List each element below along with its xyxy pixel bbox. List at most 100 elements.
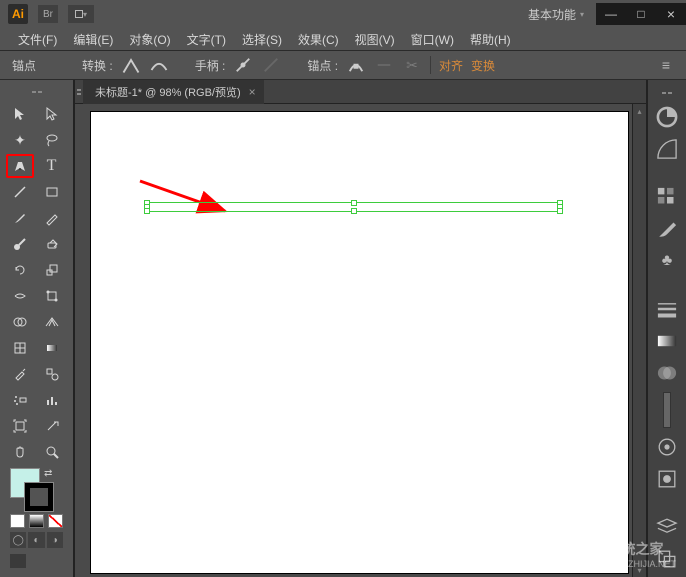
mode-label: 锚点 xyxy=(12,57,36,74)
zoom-tool[interactable] xyxy=(38,440,66,464)
fill-stroke-swatches[interactable]: ⇄ xyxy=(0,464,73,512)
slice-tool[interactable] xyxy=(38,414,66,438)
blend-tool[interactable] xyxy=(38,362,66,386)
cut-anchor-icon[interactable]: ✂ xyxy=(402,55,422,75)
options-menu-icon[interactable]: ≡ xyxy=(656,55,676,75)
color-panel-icon[interactable] xyxy=(654,104,680,130)
chevron-down-icon: ▾ xyxy=(580,10,584,19)
window-close-button[interactable]: × xyxy=(656,3,686,25)
menubar: 文件(F) 编辑(E) 对象(O) 文字(T) 选择(S) 效果(C) 视图(V… xyxy=(0,28,686,50)
free-transform-tool[interactable] xyxy=(38,284,66,308)
menu-file[interactable]: 文件(F) xyxy=(12,29,63,50)
color-guide-panel-icon[interactable] xyxy=(654,136,680,162)
show-handle-icon[interactable] xyxy=(233,55,253,75)
document-tab[interactable]: 未标题-1* @ 98% (RGB/预览) × xyxy=(83,80,264,104)
screen-mode-button[interactable] xyxy=(10,554,26,568)
scroll-up-icon[interactable]: ▴ xyxy=(633,104,646,118)
transform-link[interactable]: 变换 xyxy=(471,57,495,74)
brushes-panel-icon[interactable] xyxy=(654,216,680,242)
width-tool[interactable] xyxy=(6,284,34,308)
canvas[interactable] xyxy=(75,104,632,577)
menu-view[interactable]: 视图(V) xyxy=(349,29,401,50)
graphic-styles-panel-icon[interactable] xyxy=(654,466,680,492)
line-tool[interactable] xyxy=(6,180,34,204)
smooth-point-icon[interactable] xyxy=(149,55,169,75)
layers-panel-icon[interactable] xyxy=(654,514,680,540)
mesh-tool[interactable] xyxy=(6,336,34,360)
scale-tool[interactable] xyxy=(38,258,66,282)
direct-selection-tool[interactable] xyxy=(38,102,66,126)
options-bar: 锚点 转换 : 手柄 : 锚点 : ✂ 对齐 变换 ≡ xyxy=(0,50,686,80)
gradient-panel-icon[interactable] xyxy=(654,328,680,354)
titlebar: Ai Br ▾ 基本功能 ▾ — □ × xyxy=(0,0,686,28)
magic-wand-tool[interactable]: ✦ xyxy=(6,128,34,152)
lasso-tool[interactable] xyxy=(38,128,66,152)
stroke-swatch[interactable] xyxy=(24,482,54,512)
connect-anchor-icon[interactable] xyxy=(374,55,394,75)
app-logo: Ai xyxy=(8,4,28,24)
workspace-label: 基本功能 xyxy=(528,6,576,23)
eyedropper-tool[interactable] xyxy=(6,362,34,386)
swap-fill-stroke-icon[interactable]: ⇄ xyxy=(44,468,52,479)
toolbox: ✦ T xyxy=(0,80,75,577)
type-tool[interactable]: T xyxy=(38,154,66,178)
swatches-panel-icon[interactable] xyxy=(654,184,680,210)
menu-help[interactable]: 帮助(H) xyxy=(464,29,517,50)
menu-effect[interactable]: 效果(C) xyxy=(292,29,345,50)
hide-handle-icon[interactable] xyxy=(261,55,281,75)
corner-point-icon[interactable] xyxy=(121,55,141,75)
handle-label: 手柄 : xyxy=(195,57,226,74)
tab-handle[interactable] xyxy=(75,80,83,104)
menu-object[interactable]: 对象(O) xyxy=(123,29,176,50)
document-tabbar: 未标题-1* @ 98% (RGB/预览) × xyxy=(75,80,646,104)
bridge-button[interactable]: Br xyxy=(38,5,58,23)
anchor-label: 锚点 : xyxy=(307,57,338,74)
draw-inside-button[interactable]: ◑ xyxy=(47,532,63,548)
eraser-tool[interactable] xyxy=(38,232,66,256)
symbols-panel-icon[interactable]: ♣ xyxy=(654,248,680,274)
workspace-selector[interactable]: 基本功能 ▾ xyxy=(516,6,596,23)
artboard-tool[interactable] xyxy=(6,414,34,438)
gradient-tool[interactable] xyxy=(38,336,66,360)
vertical-scrollbar[interactable]: ▴ ▾ xyxy=(632,104,646,577)
remove-anchor-icon[interactable] xyxy=(346,55,366,75)
window-maximize-button[interactable]: □ xyxy=(626,3,656,25)
document-tab-title: 未标题-1* @ 98% (RGB/预览) xyxy=(95,84,241,100)
toolbox-handle[interactable] xyxy=(18,86,56,98)
menu-select[interactable]: 选择(S) xyxy=(236,29,288,50)
stroke-panel-icon[interactable] xyxy=(654,296,680,322)
window-minimize-button[interactable]: — xyxy=(596,3,626,25)
selected-rectangle[interactable] xyxy=(146,202,561,212)
symbol-sprayer-tool[interactable] xyxy=(6,388,34,412)
menu-edit[interactable]: 编辑(E) xyxy=(67,29,119,50)
menu-window[interactable]: 窗口(W) xyxy=(405,29,460,50)
shape-builder-tool[interactable] xyxy=(6,310,34,334)
blob-brush-tool[interactable] xyxy=(6,232,34,256)
scroll-down-icon[interactable]: ▾ xyxy=(633,563,646,577)
menu-type[interactable]: 文字(T) xyxy=(181,29,232,50)
artboards-panel-icon[interactable] xyxy=(654,546,680,572)
convert-label: 转换 : xyxy=(82,57,113,74)
dock-handle[interactable] xyxy=(652,88,682,98)
hand-tool[interactable] xyxy=(6,440,34,464)
appearance-panel-icon[interactable] xyxy=(654,434,680,460)
color-mode-button[interactable] xyxy=(10,514,25,528)
rectangle-tool[interactable] xyxy=(38,180,66,204)
selection-tool[interactable] xyxy=(6,102,34,126)
draw-normal-button[interactable]: ◯ xyxy=(10,532,26,548)
close-tab-button[interactable]: × xyxy=(249,85,256,99)
brush-tool[interactable] xyxy=(6,206,34,230)
pen-tool[interactable] xyxy=(6,154,34,178)
align-link[interactable]: 对齐 xyxy=(439,57,463,74)
artboard[interactable] xyxy=(91,112,628,573)
column-graph-tool[interactable] xyxy=(38,388,66,412)
pencil-tool[interactable] xyxy=(38,206,66,230)
none-mode-button[interactable] xyxy=(48,514,63,528)
gradient-mode-button[interactable] xyxy=(29,514,44,528)
perspective-grid-tool[interactable] xyxy=(38,310,66,334)
transparency-panel-icon[interactable] xyxy=(654,360,680,386)
rotate-tool[interactable] xyxy=(6,258,34,282)
arrange-documents-button[interactable]: ▾ xyxy=(68,5,94,23)
draw-behind-button[interactable]: ◐ xyxy=(28,532,44,548)
dock-scroll-thumb[interactable] xyxy=(663,392,671,428)
